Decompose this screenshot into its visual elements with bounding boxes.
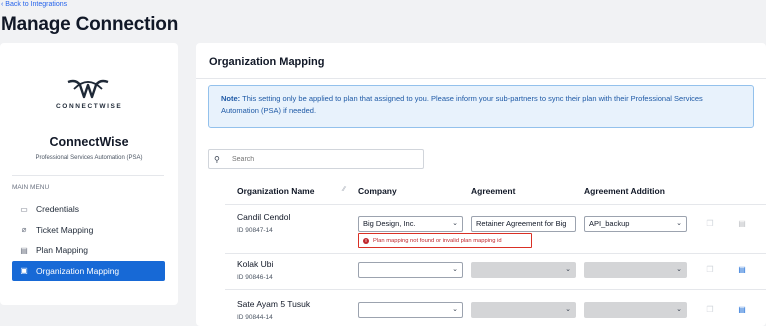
company-select[interactable]: ⌄ (358, 262, 463, 278)
company-select[interactable]: ⌄ (358, 302, 463, 318)
menu-item-ticket-mapping[interactable]: ⌀ Ticket Mapping (12, 220, 165, 241)
integration-subtitle: Professional Services Automation (PSA) (35, 155, 143, 161)
note-label: Note: (221, 94, 241, 103)
save-icon[interactable]: ▤ (737, 265, 747, 274)
column-header-agreement: Agreement (471, 186, 516, 196)
row-divider (225, 253, 766, 254)
chevron-down-icon: ⌄ (676, 306, 682, 313)
back-to-integrations-link[interactable]: ‹ Back to Integrations (1, 1, 67, 8)
menu-item-label: Ticket Mapping (36, 224, 94, 235)
menu-item-label: Credentials (36, 204, 79, 215)
error-icon: ! (363, 237, 369, 244)
organization-mapping-panel: Organization Mapping Note: This setting … (196, 43, 766, 326)
search-box[interactable]: ⚲ (208, 149, 424, 169)
agreement-addition-select[interactable]: ⌄ (584, 262, 687, 278)
sidebar-divider (12, 175, 164, 176)
agreement-addition-select[interactable]: ⌄ (584, 302, 687, 318)
organization-id: ID 90846-14 (237, 274, 273, 281)
credentials-icon: ▭ (20, 204, 28, 214)
chevron-down-icon: ⌄ (452, 220, 458, 227)
note-text: This setting only be applied to plan tha… (221, 94, 703, 115)
menu-item-label: Organization Mapping (36, 265, 120, 276)
plan-icon: ▤ (20, 245, 28, 255)
integration-sidebar: CONNECTWISE ConnectWise Professional Ser… (0, 43, 178, 305)
menu-item-organization-mapping[interactable]: ▣ Organization Mapping (12, 260, 165, 281)
organization-name: Candil Cendol (237, 212, 291, 222)
row-divider (225, 289, 766, 290)
chevron-down-icon: ⌄ (452, 266, 458, 273)
integration-name: ConnectWise (49, 135, 129, 149)
agreement-addition-select[interactable]: API_backup ⌄ (584, 216, 687, 232)
paperclip-icon: ⌀ (21, 225, 27, 235)
column-header-organization-name: Organization Name (237, 186, 315, 196)
company-select-value: Big Design, Inc. (363, 219, 416, 228)
column-header-company: Company (358, 186, 397, 196)
connectwise-logo: CONNECTWISE (56, 77, 123, 127)
menu-item-label: Plan Mapping (36, 245, 88, 256)
search-input[interactable] (232, 155, 412, 163)
agreement-select[interactable]: Retainer Agreement for Big (471, 216, 576, 232)
company-select[interactable]: Big Design, Inc. ⌄ (358, 216, 463, 232)
agreement-addition-select-value: API_backup (589, 219, 630, 228)
agreement-select-value: Retainer Agreement for Big (476, 219, 567, 228)
agreement-select[interactable]: ⌄ (471, 302, 576, 318)
error-text: Plan mapping not found or invalid plan m… (373, 237, 502, 244)
menu-heading: MAIN MENU (12, 184, 50, 191)
organization-name: Sate Ayam 5 Tusuk (237, 299, 311, 309)
save-icon[interactable]: ▤ (737, 219, 747, 228)
organization-name: Kolak Ubi (237, 259, 274, 269)
organization-icon: ▣ (20, 266, 28, 276)
copy-icon[interactable]: ❐ (705, 219, 715, 228)
error-message: ! Plan mapping not found or invalid plan… (358, 233, 532, 248)
copy-icon[interactable]: ❐ (705, 305, 715, 314)
organization-id: ID 90844-14 (237, 314, 273, 321)
chevron-down-icon: ⌄ (565, 266, 571, 273)
note-banner: Note: This setting only be applied to pl… (208, 85, 754, 128)
menu-item-credentials[interactable]: ▭ Credentials (12, 199, 165, 220)
panel-title: Organization Mapping (209, 56, 325, 68)
chevron-down-icon: ⌄ (676, 220, 682, 227)
main-menu: ▭ Credentials ⌀ Ticket Mapping ▤ Plan Ma… (12, 199, 165, 281)
column-header-agreement-addition: Agreement Addition (584, 186, 665, 196)
page-title: Manage Connection (1, 14, 179, 35)
panel-divider (196, 78, 766, 79)
search-icon: ⚲ (214, 154, 220, 164)
sort-icon[interactable]: ∕∕ (343, 186, 345, 193)
copy-icon[interactable]: ❐ (705, 265, 715, 274)
menu-item-plan-mapping[interactable]: ▤ Plan Mapping (12, 240, 165, 261)
organization-id: ID 90847-14 (237, 227, 273, 234)
chevron-down-icon: ⌄ (565, 306, 571, 313)
row-divider (225, 204, 766, 205)
chevron-down-icon: ⌄ (452, 306, 458, 313)
save-icon[interactable]: ▤ (737, 305, 747, 314)
agreement-select[interactable]: ⌄ (471, 262, 576, 278)
chevron-down-icon: ⌄ (676, 266, 682, 273)
logo-wordmark: CONNECTWISE (56, 103, 123, 110)
